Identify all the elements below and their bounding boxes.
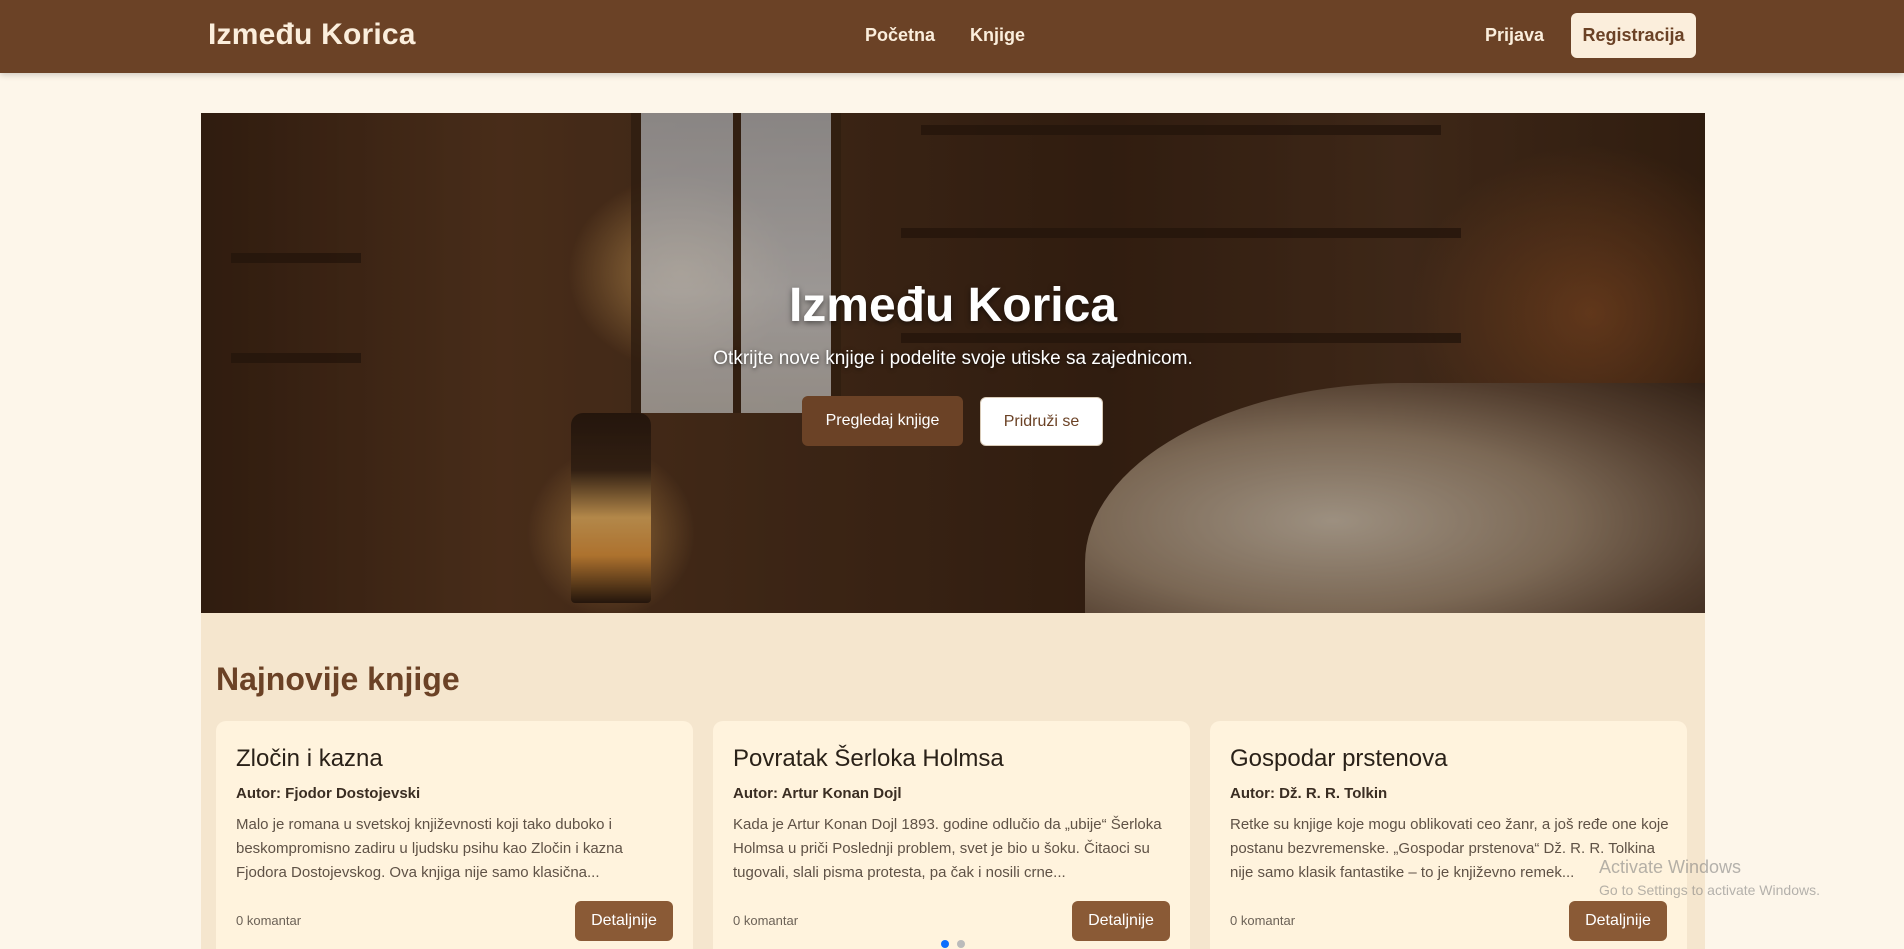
book-card: Zločin i kazna Autor: Fjodor Dostojevski…: [216, 721, 693, 949]
details-button[interactable]: Detaljnije: [1072, 901, 1170, 941]
register-button[interactable]: Registracija: [1571, 13, 1696, 58]
book-title: Povratak Šerloka Holmsa: [733, 745, 1004, 772]
windows-watermark-title: Activate Windows: [1599, 857, 1742, 877]
book-card: Gospodar prstenova Autor: Dž. R. R. Tolk…: [1210, 721, 1687, 949]
comment-count: 0 komantar: [236, 913, 302, 928]
nav-link-books[interactable]: Knjige: [970, 25, 1025, 46]
book-title: Gospodar prstenova: [1230, 745, 1448, 772]
comment-count: 0 komantar: [1230, 913, 1296, 928]
book-title: Zločin i kazna: [236, 745, 383, 772]
join-button[interactable]: Pridruži se: [980, 397, 1103, 446]
brand-logo[interactable]: Između Korica: [208, 18, 416, 52]
nav-link-home[interactable]: Početna: [865, 25, 935, 46]
book-description: Malo je romana u svetskoj književnosti k…: [236, 816, 623, 881]
hero-subtitle: Otkrijte nove knjige i podelite svoje ut…: [713, 348, 1193, 369]
carousel-dot[interactable]: [957, 940, 965, 948]
book-description: Kada je Artur Konan Dojl 1893. godine od…: [733, 816, 1162, 881]
details-button[interactable]: Detaljnije: [1569, 901, 1667, 941]
windows-watermark-subtitle: Go to Settings to activate Windows.: [1599, 882, 1820, 898]
section-title: Najnovije knjige: [216, 661, 460, 697]
comment-count: 0 komantar: [733, 913, 799, 928]
book-author: Autor: Fjodor Dostojevski: [236, 785, 421, 802]
carousel-dot-active[interactable]: [941, 940, 949, 948]
book-card: Povratak Šerloka Holmsa Autor: Artur Kon…: [713, 721, 1190, 949]
hero-title: Između Korica: [788, 279, 1118, 332]
login-link[interactable]: Prijava: [1485, 25, 1544, 46]
book-author: Autor: Artur Konan Dojl: [733, 785, 902, 802]
book-author: Autor: Dž. R. R. Tolkin: [1230, 785, 1388, 802]
details-button[interactable]: Detaljnije: [575, 901, 673, 941]
browse-books-button[interactable]: Pregledaj knjige: [802, 396, 963, 446]
hero-banner: Između Korica Otkrijte nove knjige i pod…: [201, 113, 1705, 613]
navbar: Između Korica Početna Knjige Prijava Reg…: [0, 0, 1904, 73]
